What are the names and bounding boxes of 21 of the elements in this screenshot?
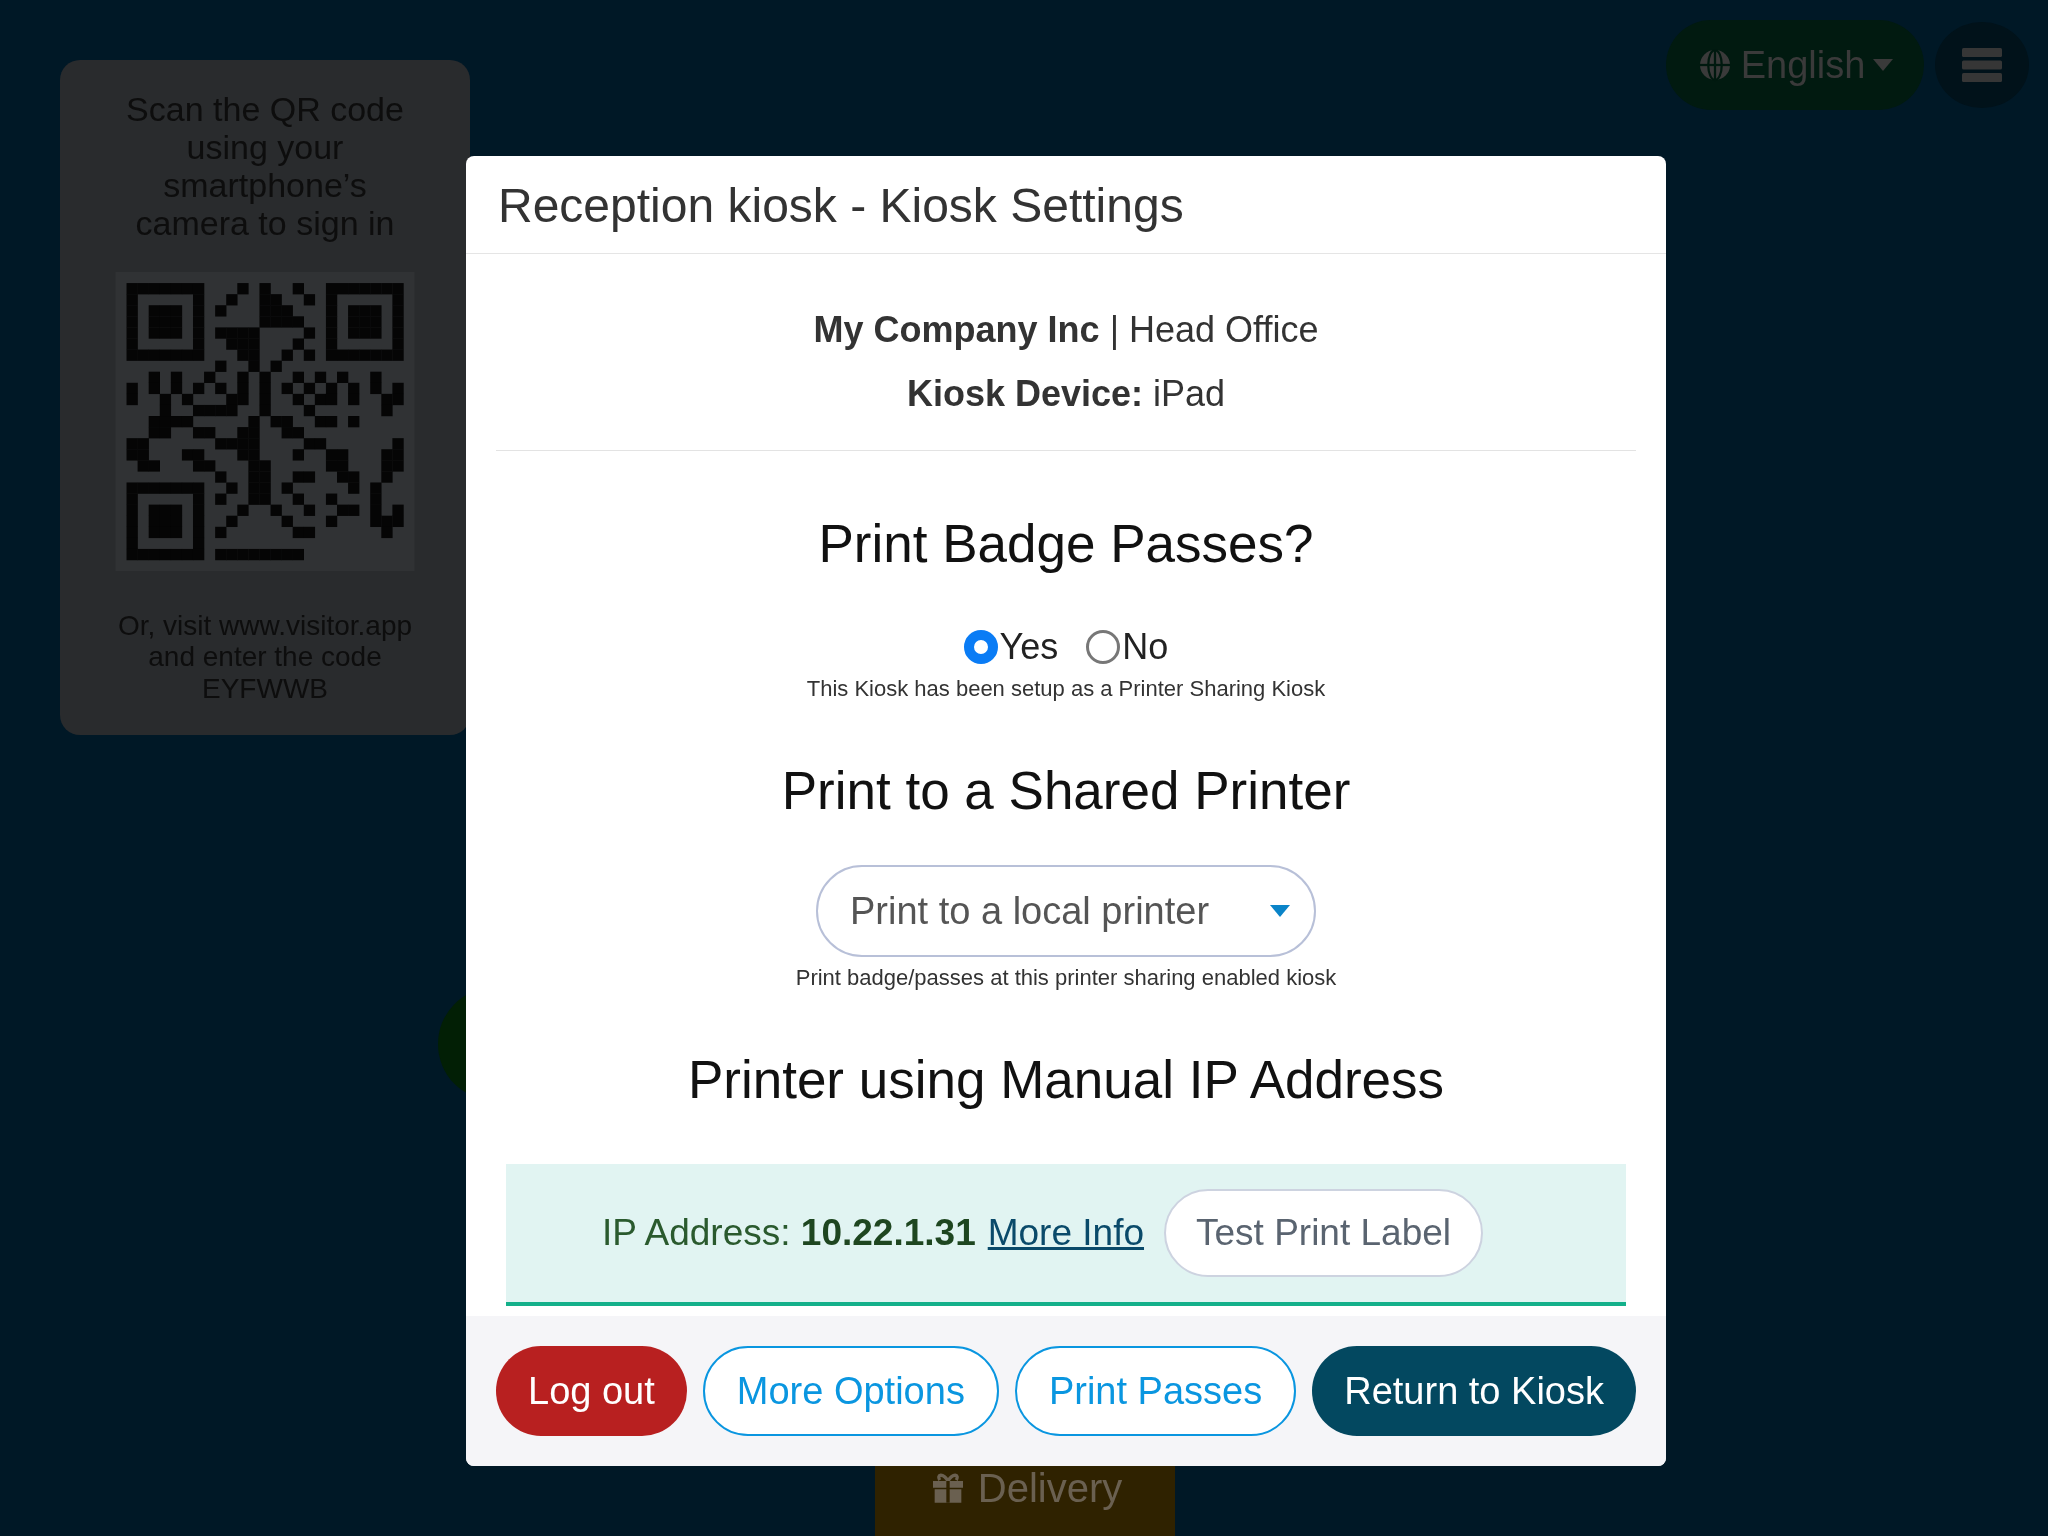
radio-option[interactable]: No <box>1086 626 1169 668</box>
section-heading: Print Badge Passes? <box>818 513 1314 574</box>
section-heading: Print to a Shared Printer <box>781 760 1351 821</box>
caret-icon <box>1873 59 1894 71</box>
printer-select[interactable]: Print to a local printer <box>816 865 1316 957</box>
device-line: Kiosk Device: iPad <box>906 372 1226 416</box>
menu-icon <box>1962 48 2002 82</box>
return-button[interactable]: Return to Kiosk <box>1312 1346 1636 1436</box>
radio-option[interactable]: Yes <box>963 626 1059 668</box>
options-button[interactable]: Print Passes <box>1014 1346 1297 1436</box>
more-info-link[interactable]: More Info <box>987 1212 1144 1254</box>
company-line: My Company Inc | Head Office <box>813 308 1319 352</box>
ip-address-text: IP Address: 10.22.1.31 <box>602 1212 976 1254</box>
options-button[interactable]: More Options <box>702 1346 999 1436</box>
help-text: This Kiosk has been setup as a Printer Sharing Kiosk <box>806 676 1326 702</box>
section-heading: Printer using Manual IP Address <box>687 1049 1445 1110</box>
log-out-button[interactable]: Log out <box>496 1346 687 1436</box>
test-print-button[interactable]: Test Print Label <box>1164 1189 1484 1277</box>
help-text: Print badge/passes at this printer sharing enabled kiosk <box>795 965 1337 991</box>
dialog-title: Reception kiosk - Kiosk Settings <box>466 156 1666 254</box>
caret-icon <box>1270 905 1290 917</box>
